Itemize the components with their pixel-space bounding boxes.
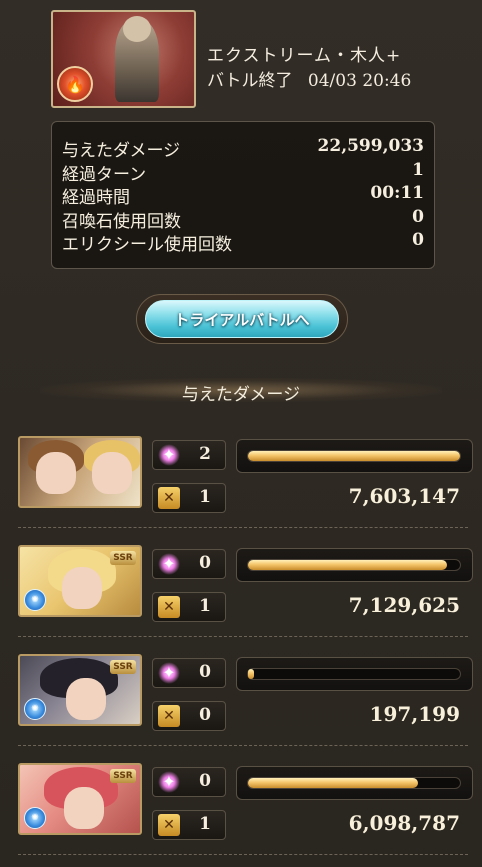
character-portrait[interactable]: SSR ✺: [18, 654, 142, 726]
battle-status: バトル終了: [207, 71, 293, 91]
skill-count-chip: ✦ 0: [152, 658, 226, 688]
training-dummy-head: [123, 16, 151, 42]
character-row: ✦ 2 ✕ 1 7,603,147: [18, 436, 473, 528]
damage-section-title: 与えたダメージ: [181, 385, 301, 405]
damage-bar-fill: [248, 669, 254, 679]
stat-label: エリクシール使用回数: [62, 235, 232, 255]
quest-name: エクストリーム・木人+: [207, 46, 402, 66]
charge-attack-icon: ✕: [158, 596, 180, 618]
charge-attack-icon: ✕: [158, 705, 180, 727]
charge-attack-chip: ✕ 1: [152, 810, 226, 840]
portrait-face: [92, 452, 132, 494]
stat-row-damage: 与えたダメージ 22,599,033: [62, 136, 424, 161]
skill-count: 0: [199, 771, 211, 791]
damage-bar-fill: [248, 778, 419, 788]
trial-battle-button[interactable]: トライアルバトルへ: [136, 294, 348, 344]
skill-count-chip: ✦ 0: [152, 767, 226, 797]
ssr-rarity-badge: SSR: [110, 660, 136, 674]
row-divider: [18, 636, 468, 637]
wind-element-icon: ✺: [24, 807, 46, 829]
portrait-face: [62, 567, 102, 609]
stat-value: 0: [412, 206, 424, 227]
stat-row-elixirs: エリクシール使用回数 0: [62, 230, 424, 255]
character-row: SSR ✺ ✦ 0 ✕ 1 6,098,787: [18, 763, 473, 855]
battle-status-line: バトル終了 04/03 20:46: [207, 66, 411, 91]
stat-row-summons: 召喚石使用回数 0: [62, 206, 424, 232]
skill-sparkle-icon: ✦: [158, 553, 180, 575]
stat-label: 与えたダメージ: [62, 141, 181, 161]
wind-element-icon: ✺: [24, 589, 46, 611]
stat-value: 1: [412, 159, 424, 180]
portrait-face: [64, 787, 104, 829]
charge-attack-chip: ✕ 1: [152, 483, 226, 513]
character-portrait[interactable]: SSR ✺: [18, 763, 142, 835]
skill-count: 0: [199, 662, 211, 682]
damage-value: 7,603,147: [348, 484, 460, 508]
stat-value: 22,599,033: [317, 136, 424, 156]
skill-count: 0: [199, 553, 211, 573]
skill-sparkle-icon: ✦: [158, 662, 180, 684]
charge-attack-count: 0: [199, 705, 211, 725]
character-row: SSR ✺ ✦ 0 ✕ 1 7,129,625: [18, 545, 473, 637]
stat-row-turns: 経過ターン 1: [62, 159, 424, 185]
charge-attack-chip: ✕ 1: [152, 592, 226, 622]
skill-count-chip: ✦ 0: [152, 549, 226, 579]
ssr-rarity-badge: SSR: [110, 551, 136, 565]
skill-sparkle-icon: ✦: [158, 771, 180, 793]
damage-bar-fill: [248, 560, 447, 570]
quest-thumbnail: 🔥: [51, 10, 196, 108]
stat-label: 経過ターン: [62, 164, 147, 185]
skill-count-chip: ✦ 2: [152, 440, 226, 470]
portrait-face: [66, 678, 106, 720]
stat-row-time: 経過時間 00:11: [62, 183, 424, 208]
portrait-face: [36, 452, 76, 494]
charge-attack-count: 1: [199, 596, 211, 616]
row-divider: [18, 527, 468, 528]
damage-bar: [236, 548, 473, 582]
damage-bar-fill: [248, 451, 460, 461]
trial-battle-button-label[interactable]: トライアルバトルへ: [145, 300, 339, 338]
charge-attack-icon: ✕: [158, 814, 180, 836]
stat-value: 00:11: [370, 183, 424, 203]
damage-bar: [236, 766, 473, 800]
character-row: SSR ✺ ✦ 0 ✕ 0 197,199: [18, 654, 473, 746]
row-divider: [18, 745, 468, 746]
fire-element-icon: 🔥: [57, 66, 93, 102]
damage-bar: [236, 657, 473, 691]
damage-value: 7,129,625: [348, 593, 460, 617]
damage-bar: [236, 439, 473, 473]
skill-count: 2: [199, 444, 211, 464]
charge-attack-chip: ✕ 0: [152, 701, 226, 731]
charge-attack-count: 1: [199, 814, 211, 834]
ssr-rarity-badge: SSR: [110, 769, 136, 783]
stat-label: 経過時間: [62, 188, 130, 208]
battle-timestamp: 04/03 20:46: [307, 71, 412, 91]
row-divider: [18, 854, 468, 855]
character-portrait[interactable]: SSR ✺: [18, 545, 142, 617]
damage-value: 197,199: [369, 702, 460, 726]
charge-attack-icon: ✕: [158, 487, 180, 509]
battle-stats-panel: 与えたダメージ 22,599,033 経過ターン 1 経過時間 00:11 召喚…: [51, 121, 435, 269]
damage-value: 6,098,787: [348, 811, 460, 835]
stat-value: 0: [412, 230, 424, 250]
stat-label: 召喚石使用回数: [62, 211, 181, 232]
wind-element-icon: ✺: [24, 698, 46, 720]
character-portrait[interactable]: [18, 436, 142, 508]
charge-attack-count: 1: [199, 487, 211, 507]
skill-sparkle-icon: ✦: [158, 444, 180, 466]
